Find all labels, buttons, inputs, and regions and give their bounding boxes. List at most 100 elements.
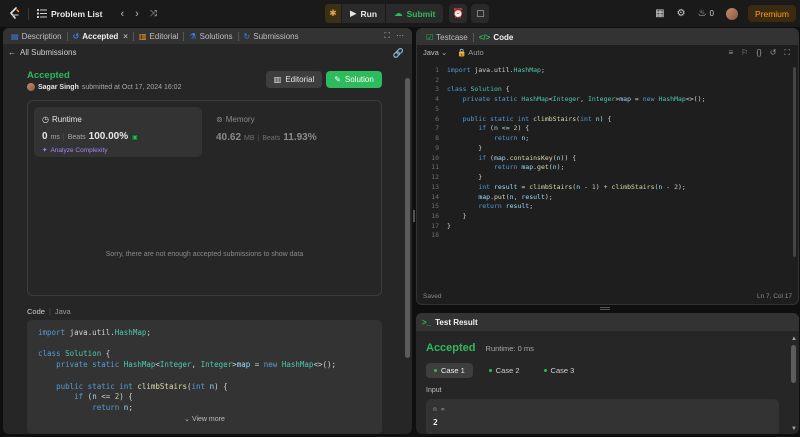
tab-accepted[interactable]: ↺ Accepted × <box>68 32 133 41</box>
debug-button[interactable]: ✱ <box>325 4 341 23</box>
tab-code[interactable]: </> Code <box>474 33 519 42</box>
chevron-down-icon: ⌄ <box>440 48 448 57</box>
runtime-value: 0 <box>42 131 48 142</box>
bookmark-icon[interactable]: ⚐ <box>741 48 748 58</box>
memory-label-row[interactable]: ⊚ Memory <box>216 115 255 124</box>
result-scrollbar[interactable] <box>791 345 796 383</box>
back-to-submissions-link[interactable]: ← All Submissions <box>8 48 76 57</box>
line-number: 4 <box>435 95 439 104</box>
pass-dot-icon <box>488 369 492 372</box>
maximize-icon[interactable]: ⛶ <box>384 31 390 41</box>
list-icon <box>37 9 47 18</box>
line-number: 6 <box>435 114 439 123</box>
scrollbar[interactable] <box>405 78 410 358</box>
back-label: All Submissions <box>20 48 77 57</box>
celebrate-icon: ▣ <box>131 134 139 141</box>
tab-label: Testcase <box>436 32 468 42</box>
memory-label: Memory <box>225 115 255 124</box>
submitted-time: submitted at Oct 17, 2024 16:02 <box>81 83 182 91</box>
editor-scrollbar[interactable] <box>793 67 796 257</box>
braces-icon[interactable]: {} <box>756 48 761 58</box>
editor-code[interactable]: import java.util.HashMap; class Solution… <box>447 66 705 231</box>
notes-button[interactable]: ▢ <box>471 4 490 23</box>
problem-list-label: Problem List <box>51 8 103 19</box>
input-label: Input <box>426 387 442 394</box>
link-icon[interactable]: 🔗 <box>393 48 404 59</box>
note-icon: ▢ <box>476 8 485 18</box>
horizontal-resize-handle[interactable] <box>600 307 610 310</box>
divider: | <box>48 307 51 316</box>
tab-testcase[interactable]: ☑ Testcase <box>421 33 473 42</box>
reset-icon[interactable]: ↺ <box>770 48 777 58</box>
avatar[interactable] <box>725 7 738 20</box>
avatar <box>27 83 35 91</box>
solution-label: Solution <box>344 75 374 84</box>
line-number: 10 <box>431 153 439 162</box>
tab-description[interactable]: ▤ Description <box>6 32 67 41</box>
streak-counter[interactable]: ♨ 0 <box>698 8 714 19</box>
tab-case-2[interactable]: Case 2 <box>481 363 528 378</box>
saved-status: Saved <box>423 293 442 300</box>
line-number: 1 <box>435 66 439 74</box>
tab-submissions[interactable]: ↻ Submissions <box>239 32 304 41</box>
next-problem-icon[interactable]: › <box>135 8 139 20</box>
editor-tab-bar: ☑ Testcase </> Code <box>417 29 798 45</box>
tab-case-1[interactable]: Case 1 <box>426 363 473 378</box>
more-options-icon[interactable]: ⋯ <box>396 31 404 40</box>
editorial-button[interactable]: ▥ Editorial <box>266 71 322 88</box>
tab-editorial[interactable]: ▥ Editorial <box>134 32 183 41</box>
scroll-down-icon[interactable]: ▼ <box>791 426 797 432</box>
input-var-name: n = <box>433 405 445 413</box>
prev-problem-icon[interactable]: ‹ <box>120 8 124 20</box>
submitted-code-block[interactable]: import java.util.HashMap; class Solution… <box>27 320 382 434</box>
scroll-up-icon[interactable]: ▲ <box>791 336 797 342</box>
language-select[interactable]: Java ⌄ <box>423 48 447 57</box>
edit-icon: ✎ <box>334 75 341 84</box>
timer-button[interactable]: ⏰ <box>449 4 468 23</box>
line-number: 15 <box>431 202 439 211</box>
view-more-button[interactable]: ⌄ View more <box>27 415 382 423</box>
language-label: Java <box>423 48 439 57</box>
tab-solutions[interactable]: ⚗ Solutions <box>184 32 237 41</box>
runtime-label-row: ◷ Runtime <box>42 115 82 124</box>
leetcode-logo-icon[interactable] <box>8 6 20 21</box>
premium-button[interactable]: Premium <box>747 5 796 22</box>
username[interactable]: Sagar Singh <box>38 84 79 91</box>
memory-value-row: 40.62 MB | Beats 11.93% <box>216 132 317 143</box>
close-icon[interactable]: × <box>123 32 128 41</box>
fullscreen-icon[interactable]: ⛶ <box>784 48 790 58</box>
shuffle-icon[interactable]: ⤨ <box>150 8 157 19</box>
case-label: Case 3 <box>550 366 575 375</box>
run-label: Run <box>360 8 378 19</box>
tab-case-3[interactable]: Case 3 <box>536 363 583 378</box>
runtime-card[interactable]: ◷ Runtime 0 ms | Beats 100.00% ▣ ✦ Analy… <box>34 107 202 157</box>
empty-chart-message: Sorry, there are not enough accepted sub… <box>105 251 304 258</box>
case-label: Case 2 <box>495 366 520 375</box>
memory-beats-pct: 11.93% <box>283 132 317 143</box>
post-solution-button[interactable]: ✎ Solution <box>326 71 382 88</box>
line-numbers: 1 2 3 4 5 6 7 8 9 10 11 12 13 14 15 16 17 18 <box>417 66 439 241</box>
checkbox-icon: ☑ <box>426 32 434 42</box>
layout-grid-icon[interactable]: ▦ <box>655 8 664 19</box>
case-label: Case 1 <box>441 366 465 375</box>
arrow-left-icon: ← <box>8 48 16 57</box>
problem-list-link[interactable]: Problem List <box>37 9 102 19</box>
format-icon[interactable]: ≡ <box>729 48 734 58</box>
code-editor-panel: ☑ Testcase </> Code Java ⌄ 🔒 Auto ≡ ⚐ {}… <box>416 28 799 305</box>
test-result-title: Test Result <box>435 317 478 327</box>
submit-button[interactable]: ☁ Submit <box>385 4 444 23</box>
input-value-box: n = 2 <box>426 399 779 434</box>
analyze-complexity-link[interactable]: ✦ Analyze Complexity <box>42 146 108 155</box>
pass-dot-icon <box>434 369 437 372</box>
autosave-indicator[interactable]: 🔒 Auto <box>457 48 483 57</box>
line-number: 17 <box>431 221 439 230</box>
test-result-header[interactable]: >_ Test Result <box>416 313 799 331</box>
cursor-position: Ln 7, Col 17 <box>756 293 792 300</box>
line-number: 16 <box>431 212 439 221</box>
vertical-resize-handle[interactable] <box>413 210 415 222</box>
run-button[interactable]: ▶ Run <box>341 4 386 23</box>
gear-icon[interactable]: ⚙ <box>677 8 686 19</box>
autosave-label: Auto <box>468 48 484 57</box>
runtime-beats-pct: 100.00% <box>88 131 129 142</box>
test-result-panel: >_ Test Result Accepted Runtime: 0 ms Ca… <box>416 313 799 434</box>
